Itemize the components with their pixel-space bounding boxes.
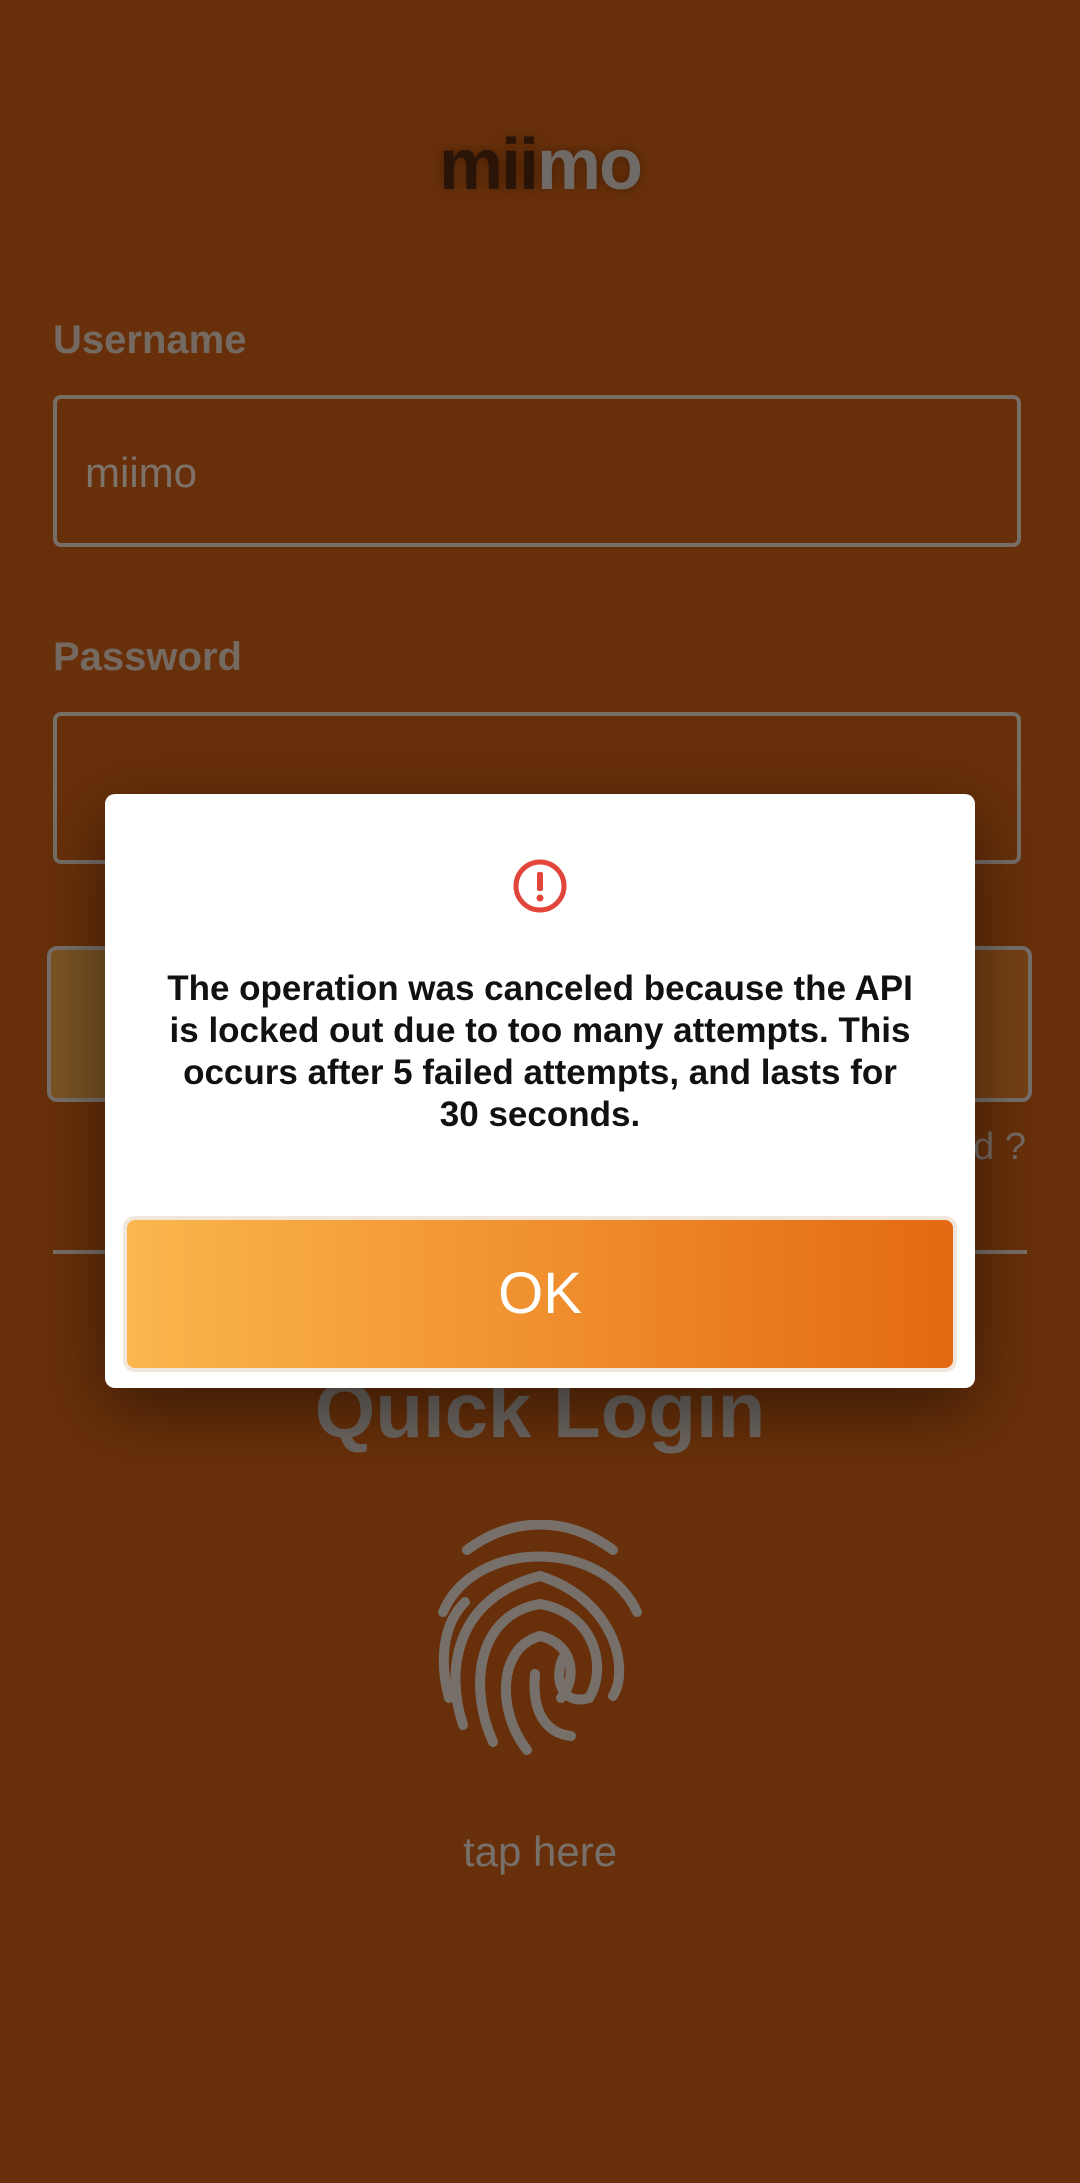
ok-button[interactable]: OK xyxy=(123,1216,957,1372)
alert-circle-icon xyxy=(513,859,567,913)
password-label: Password xyxy=(53,635,242,679)
tap-here-label[interactable]: tap here xyxy=(0,1828,1080,1876)
app-logo: miimo xyxy=(0,120,1080,210)
logo-part-light: mo xyxy=(537,125,643,205)
username-field[interactable]: miimo xyxy=(53,395,1021,547)
fingerprint-icon[interactable] xyxy=(435,1520,645,1760)
dialog-message: The operation was canceled because the A… xyxy=(167,969,913,1134)
error-dialog: The operation was canceled because the A… xyxy=(105,794,975,1388)
username-label: Username xyxy=(53,318,247,362)
logo-part-dark: mii xyxy=(438,125,539,205)
username-value: miimo xyxy=(85,449,197,496)
